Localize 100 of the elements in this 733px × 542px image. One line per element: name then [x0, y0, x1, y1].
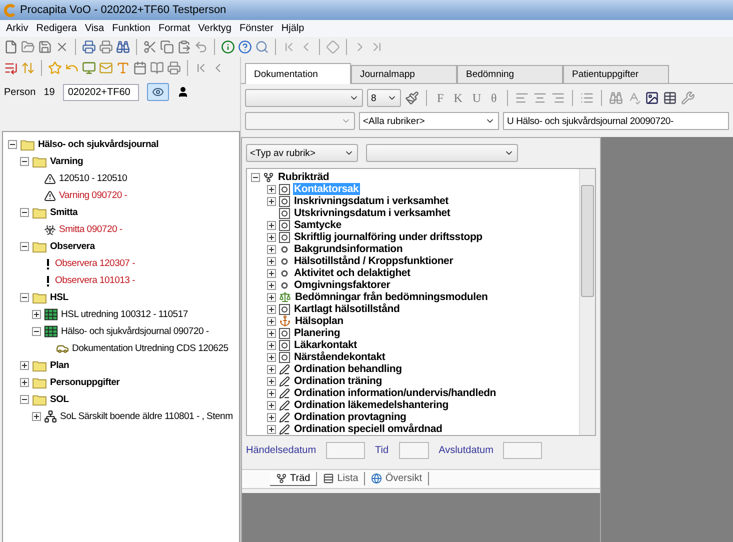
collapse-icon[interactable]	[20, 293, 29, 302]
book-icon[interactable]	[150, 61, 164, 75]
collapse-icon[interactable]	[251, 172, 260, 182]
paste-icon[interactable]	[177, 40, 191, 54]
scissors-icon[interactable]	[143, 40, 157, 54]
tree-item[interactable]: Hälso- och sjukvårdsjournal	[38, 139, 158, 150]
font-size-dropdown[interactable]: 8	[367, 89, 401, 107]
date-field[interactable]	[326, 442, 366, 459]
tree-item[interactable]: Kartlagt hälsotillstånd	[293, 303, 401, 315]
collapse-icon[interactable]	[8, 140, 17, 149]
expand-icon[interactable]	[267, 232, 276, 242]
tree-item[interactable]: Bedömningar från bedömningsmodulen	[294, 291, 489, 303]
table-icon[interactable]	[662, 91, 677, 105]
collapse-icon[interactable]	[20, 208, 29, 217]
expand-icon[interactable]	[267, 256, 276, 266]
tab[interactable]: Bedömning	[457, 65, 563, 83]
tree-item[interactable]: Dokumentation Utredning CDS 120625	[72, 343, 228, 354]
tree-item[interactable]: Hälsoplan	[294, 315, 344, 327]
expand-icon[interactable]	[267, 352, 276, 362]
collapse-icon[interactable]	[20, 157, 29, 166]
expand-icon[interactable]	[267, 412, 276, 422]
tree-item[interactable]: Närståendekontakt	[293, 351, 386, 363]
format-button[interactable]: K	[450, 90, 466, 106]
expand-icon[interactable]	[20, 361, 29, 370]
list-end-icon[interactable]	[4, 61, 18, 75]
view-tab[interactable]: Översikt	[365, 472, 429, 486]
align-center-icon[interactable]	[532, 91, 547, 105]
heading-type-dropdown[interactable]: <Typ av rubrik>	[246, 144, 358, 162]
expand-icon[interactable]	[267, 184, 276, 194]
search-icon[interactable]	[255, 40, 269, 54]
info-icon[interactable]	[221, 40, 235, 54]
date-field[interactable]	[503, 442, 542, 459]
tree-item[interactable]: Läkarkontakt	[293, 339, 358, 351]
view-button[interactable]	[146, 83, 169, 101]
expand-icon[interactable]	[20, 378, 29, 387]
expand-icon[interactable]	[267, 424, 276, 434]
printer-icon[interactable]	[82, 40, 96, 54]
tree-item[interactable]: Observera 120307 -	[55, 258, 135, 269]
tree-item[interactable]: Smitta 090720 -	[59, 224, 122, 235]
headings-dropdown[interactable]: <Alla rubriker>	[359, 112, 499, 130]
collapse-icon[interactable]	[20, 242, 29, 251]
tree-item[interactable]: Bakgrundsinformation	[293, 243, 404, 255]
align-right-icon[interactable]	[550, 91, 565, 105]
expand-icon[interactable]	[267, 364, 276, 374]
menu-item[interactable]: Funktion	[108, 23, 154, 34]
menu-item[interactable]: Hjälp	[277, 23, 308, 34]
tree-item[interactable]: SOL	[50, 394, 69, 405]
save-icon[interactable]	[38, 40, 52, 54]
tab[interactable]: Patientuppgifter	[563, 65, 669, 83]
menu-item[interactable]: Redigera	[32, 23, 81, 34]
calendar-icon[interactable]	[133, 61, 147, 75]
menu-item[interactable]: Fönster	[236, 23, 278, 34]
tree-item[interactable]: 120510 - 120510	[59, 173, 128, 184]
align-left-icon[interactable]	[514, 91, 529, 105]
tree-item[interactable]: Ordination provtagning	[293, 411, 408, 423]
expand-icon[interactable]	[267, 244, 276, 254]
monitor-icon[interactable]	[82, 61, 96, 75]
journal-field[interactable]: U Hälso- och sjukvårdsjournal 20090720-	[503, 112, 729, 130]
close-icon[interactable]	[55, 40, 69, 54]
tree-item[interactable]: Aktivitet och delaktighet	[293, 267, 412, 279]
undo-icon[interactable]	[194, 40, 208, 54]
font-icon[interactable]	[116, 61, 130, 75]
open-folder-icon[interactable]	[21, 40, 35, 54]
tree-item[interactable]: Observera 101013 -	[55, 275, 135, 286]
new-file-icon[interactable]	[4, 40, 18, 54]
copy-icon[interactable]	[160, 40, 174, 54]
tree-item[interactable]: SoL Särskilt boende äldre 110801 - , Stenm	[60, 411, 233, 422]
menu-item[interactable]: Arkiv	[2, 23, 32, 34]
view-tab[interactable]: Lista	[317, 472, 366, 486]
tree-item[interactable]: Samtycke	[293, 219, 342, 231]
star-icon[interactable]	[48, 61, 62, 75]
tree-item[interactable]: Observera	[50, 241, 95, 252]
expand-icon[interactable]	[267, 388, 276, 398]
date-field[interactable]	[398, 442, 429, 459]
paint-icon[interactable]	[405, 91, 419, 105]
expand-icon[interactable]	[267, 196, 276, 206]
expand-icon[interactable]	[267, 376, 276, 386]
menu-item[interactable]: Format	[154, 23, 194, 34]
tree-item[interactable]: HSL	[50, 292, 68, 303]
expand-icon[interactable]	[267, 316, 276, 326]
tree-item[interactable]: Hälso- och sjukvårdsjournal 090720 -	[61, 326, 209, 337]
expand-icon[interactable]	[267, 220, 276, 230]
tree-item[interactable]: Ordination träning	[293, 375, 383, 387]
expand-icon[interactable]	[267, 400, 276, 410]
printer-icon[interactable]	[167, 61, 181, 75]
tab[interactable]: Journalmapp	[351, 65, 457, 83]
image-icon[interactable]	[644, 91, 659, 105]
menu-item[interactable]: Verktyg	[194, 23, 236, 34]
tree-item[interactable]: HSL utredning 100312 - 110517	[61, 309, 188, 320]
expand-icon[interactable]	[267, 304, 276, 314]
tree-root-label[interactable]: Rubrikträd	[277, 171, 330, 183]
person-id-field[interactable]: 020202+TF60	[62, 84, 139, 100]
tree-item[interactable]: Planering	[293, 327, 342, 339]
scrollbar[interactable]	[579, 169, 595, 435]
help-icon[interactable]	[238, 40, 252, 54]
tree-item[interactable]: Personuppgifter	[50, 377, 120, 388]
expand-icon[interactable]	[32, 310, 41, 319]
format-button[interactable]: U	[469, 90, 484, 106]
tree-item[interactable]: Ordination speciell omvårdnad	[293, 423, 444, 435]
collapse-icon[interactable]	[20, 395, 29, 404]
